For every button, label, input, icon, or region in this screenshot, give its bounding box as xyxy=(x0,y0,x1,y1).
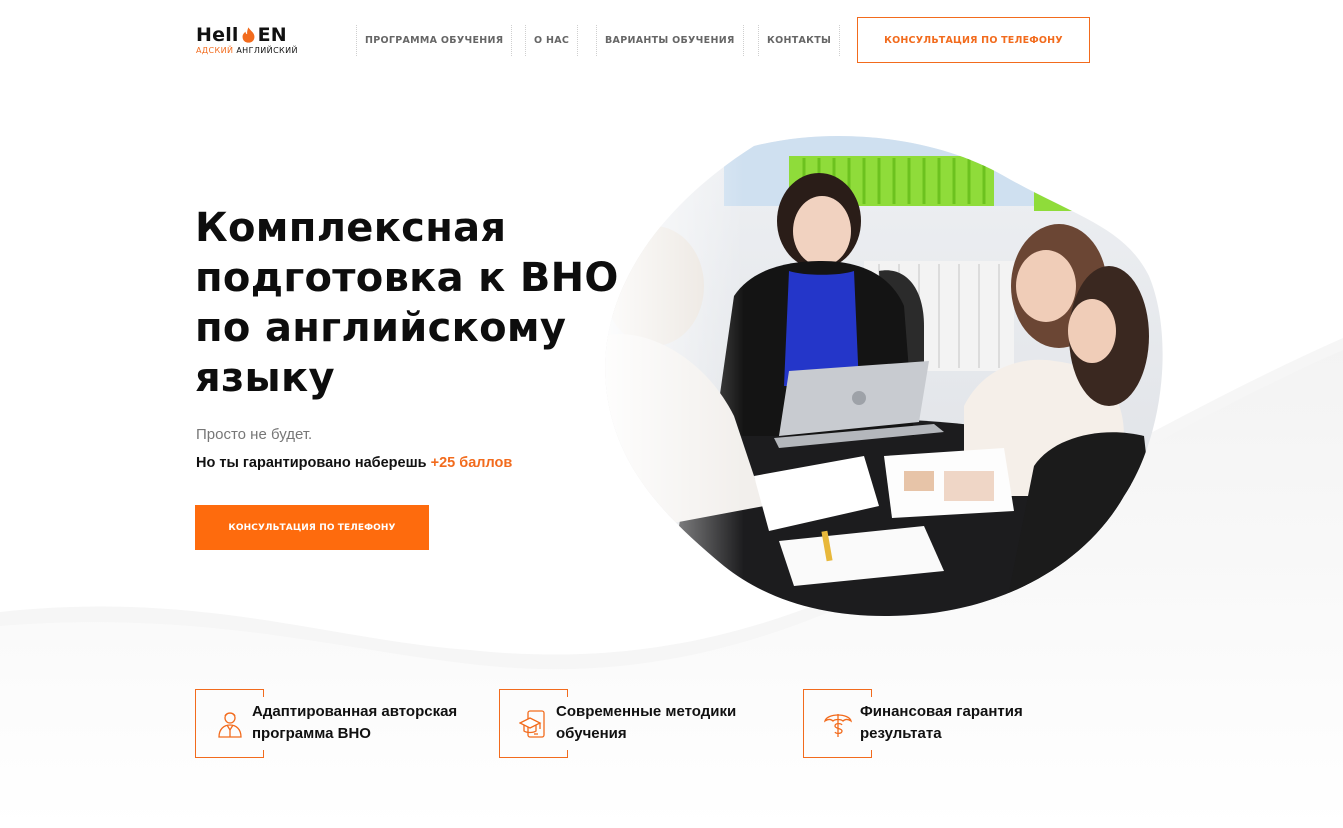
feature-icon-box xyxy=(803,688,872,758)
logo-tagline-rest: АНГЛИЙСКИЙ xyxy=(236,46,298,55)
hero-title-line: подготовка к ВНО xyxy=(195,255,619,301)
feature-icon-box xyxy=(499,688,568,758)
feature-line: Адаптированная авторская xyxy=(252,703,458,720)
money-umbrella-icon xyxy=(823,713,853,737)
hero-title-line: по английскому xyxy=(195,305,567,351)
feature-line: результата xyxy=(860,725,942,742)
hero-guarantee-text: Но ты гарантировано наберешь xyxy=(196,455,427,471)
logo-suffix: EN xyxy=(257,24,287,46)
hero-guarantee-accent: +25 баллов xyxy=(430,455,513,471)
feature-financial-guarantee: Финансовая гарантия результата xyxy=(803,688,1100,758)
logo[interactable]: Hell EN АДСКИЙ АНГЛИЙСКИЙ xyxy=(196,24,298,55)
hero-guarantee: Но ты гарантировано наберешь +25 баллов xyxy=(196,455,512,471)
logo-tagline-accent: АДСКИЙ xyxy=(196,46,234,55)
logo-tagline: АДСКИЙ АНГЛИЙСКИЙ xyxy=(196,46,298,55)
flame-icon xyxy=(242,27,255,43)
hero-title: Комплексная подготовка к ВНО по английск… xyxy=(195,203,625,403)
feature-line: Современные методики xyxy=(556,703,737,720)
feature-text: Адаптированная авторская программа ВНО xyxy=(252,701,492,745)
feature-modern-methods: Современные методики обучения xyxy=(499,688,796,758)
graduation-device-icon xyxy=(519,709,545,738)
nav-item-contacts[interactable]: КОНТАКТЫ xyxy=(758,24,841,56)
hero-consultation-button[interactable]: КОНСУЛЬТАЦИЯ ПО ТЕЛЕФОНУ xyxy=(195,505,429,550)
nav-item-program[interactable]: ПРОГРАММА ОБУЧЕНИЯ xyxy=(356,24,513,56)
hero-title-line: языку xyxy=(195,355,335,401)
nav-item-options[interactable]: ВАРИАНТЫ ОБУЧЕНИЯ xyxy=(596,24,744,56)
feature-text: Современные методики обучения xyxy=(556,701,796,745)
hero-photo xyxy=(605,136,1163,616)
feature-icon-box xyxy=(195,688,264,758)
hero-title-line: Комплексная xyxy=(195,205,507,251)
feature-authored-program: Адаптированная авторская программа ВНО xyxy=(195,688,492,758)
logo-prefix: Hell xyxy=(196,24,239,46)
feature-text: Финансовая гарантия результата xyxy=(860,701,1100,745)
feature-line: Финансовая гарантия xyxy=(860,703,1023,720)
header-consultation-button[interactable]: КОНСУЛЬТАЦИЯ ПО ТЕЛЕФОНУ xyxy=(857,17,1090,63)
nav-item-about[interactable]: О НАС xyxy=(525,24,579,56)
teacher-icon xyxy=(218,711,242,738)
hero-subtitle: Просто не будет. xyxy=(196,426,313,443)
feature-line: программа ВНО xyxy=(252,725,371,742)
logo-wordmark: Hell EN xyxy=(196,24,298,46)
